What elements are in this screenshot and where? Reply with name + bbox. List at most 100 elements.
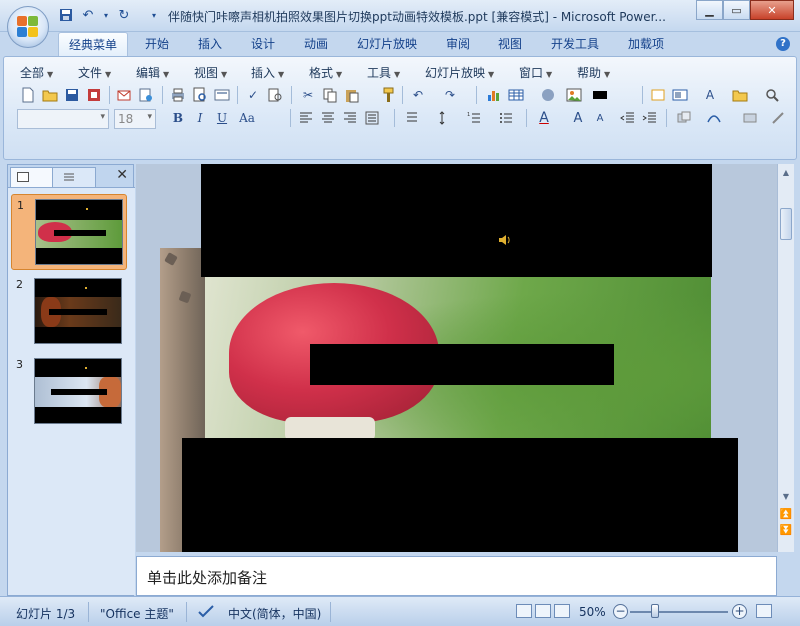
menu-window[interactable]: 窗口 ▼ — [519, 64, 552, 81]
minimize-button[interactable]: ▁ — [696, 0, 723, 20]
previous-slide-icon[interactable]: ⏫ — [779, 508, 793, 522]
quick-styles-icon[interactable] — [740, 108, 760, 128]
insert-smartart-icon[interactable] — [538, 85, 558, 105]
shrink-font-button[interactable]: A — [590, 108, 610, 128]
menu-tools[interactable]: 工具 ▼ — [367, 64, 400, 81]
save-icon[interactable] — [58, 7, 74, 23]
cut-icon[interactable]: ✂ — [298, 85, 318, 105]
menu-slideshow[interactable]: 幻灯片放映 ▼ — [425, 64, 494, 81]
align-center-icon[interactable] — [318, 108, 338, 128]
slide-thumbnail-2[interactable]: 2 — [11, 274, 127, 350]
tab-review[interactable]: 审阅 — [436, 32, 480, 56]
redo-icon[interactable]: ↷ — [440, 85, 460, 105]
close-button[interactable]: ✕ — [750, 0, 794, 20]
slide-editing-canvas[interactable] — [136, 164, 777, 552]
help-icon[interactable]: ? — [776, 37, 790, 51]
font-name-select[interactable] — [17, 109, 109, 129]
undo-dropdown-icon[interactable]: ▾ — [102, 7, 110, 23]
align-right-icon[interactable] — [340, 108, 360, 128]
arrange-icon[interactable] — [674, 108, 694, 128]
slide-thumbnail-3[interactable]: 3 — [11, 354, 127, 430]
open-folder-icon[interactable] — [40, 85, 60, 105]
zoom-slider-track[interactable] — [630, 611, 728, 613]
justify-icon[interactable] — [362, 108, 382, 128]
tab-outline[interactable] — [52, 167, 96, 187]
menu-view[interactable]: 视图 ▼ — [194, 64, 227, 81]
menu-help[interactable]: 帮助 ▼ — [577, 64, 610, 81]
scroll-up-icon[interactable]: ▲ — [779, 166, 793, 180]
copy-icon[interactable] — [320, 85, 340, 105]
spelling-icon[interactable]: ✓ — [243, 85, 263, 105]
menu-format[interactable]: 格式 ▼ — [309, 64, 342, 81]
redo-icon[interactable]: ↻ — [116, 7, 132, 23]
slide-layout-icon[interactable] — [212, 85, 232, 105]
spelling-status-icon[interactable] — [197, 603, 215, 622]
insert-chart-icon[interactable] — [484, 85, 504, 105]
permission-icon[interactable] — [84, 85, 104, 105]
shape-fill-icon[interactable] — [590, 85, 610, 105]
numbering-icon[interactable]: 1 — [464, 108, 484, 128]
grow-font-button[interactable]: A — [568, 108, 588, 128]
line-spacing-icon[interactable] — [432, 108, 452, 128]
open-file-icon[interactable] — [730, 85, 750, 105]
decrease-indent-icon[interactable] — [618, 108, 638, 128]
tab-addins[interactable]: 加载项 — [618, 32, 674, 56]
close-pane-icon[interactable]: ✕ — [116, 167, 128, 183]
shape-effects-icon[interactable] — [704, 108, 724, 128]
format-painter-icon[interactable] — [378, 85, 398, 105]
underline-button[interactable]: U — [212, 108, 232, 128]
insert-table-icon[interactable] — [506, 85, 526, 105]
vertical-scrollbar[interactable]: ▲ ▼ ⏫ ⏬ — [777, 164, 794, 552]
italic-button[interactable]: I — [190, 108, 210, 128]
zoom-in-icon[interactable]: + — [732, 604, 747, 619]
tab-home[interactable]: 开始 — [135, 32, 179, 56]
change-case-button[interactable]: Aa — [234, 108, 260, 128]
email-icon[interactable] — [114, 85, 134, 105]
insert-picture-icon[interactable] — [564, 85, 584, 105]
print-preview-icon[interactable] — [190, 85, 210, 105]
scroll-down-icon[interactable]: ▼ — [779, 490, 793, 504]
bullets-icon[interactable] — [496, 108, 516, 128]
zoom-out-icon[interactable]: − — [613, 604, 628, 619]
font-color-button[interactable]: A — [534, 108, 554, 128]
save-icon[interactable] — [62, 85, 82, 105]
text-direction-icon[interactable] — [402, 108, 422, 128]
tab-slideshow[interactable]: 幻灯片放映 — [347, 32, 427, 56]
menu-file[interactable]: 文件 ▼ — [78, 64, 111, 81]
slide-bottom-band[interactable] — [182, 438, 738, 552]
new-slide-icon[interactable] — [648, 85, 668, 105]
tab-classic-menu[interactable]: 经典菜单 — [58, 32, 129, 56]
notes-pane[interactable]: 单击此处添加备注 — [136, 556, 777, 596]
find-icon[interactable] — [762, 85, 782, 105]
customize-qat-icon[interactable]: ▾ — [146, 7, 162, 23]
zoom-slider-handle[interactable] — [651, 604, 659, 618]
new-document-icon[interactable] — [18, 85, 38, 105]
slide-thumbnail-1[interactable]: 1 — [11, 194, 127, 270]
tab-slides[interactable] — [10, 167, 54, 187]
scroll-thumb[interactable] — [780, 208, 792, 240]
maximize-button[interactable]: ▭ — [723, 0, 750, 20]
research-icon[interactable] — [265, 85, 285, 105]
tab-design[interactable]: 设计 — [241, 32, 285, 56]
tab-view[interactable]: 视图 — [488, 32, 532, 56]
slide-top-band[interactable] — [201, 164, 712, 277]
menu-edit[interactable]: 编辑 ▼ — [136, 64, 169, 81]
paste-icon[interactable] — [342, 85, 362, 105]
slideshow-view-button[interactable] — [554, 604, 570, 618]
slide-sorter-view-button[interactable] — [535, 604, 551, 618]
normal-view-button[interactable] — [516, 604, 532, 618]
print-icon[interactable] — [168, 85, 188, 105]
bold-button[interactable]: B — [168, 108, 188, 128]
zoom-level[interactable]: 50% — [579, 605, 606, 619]
menu-all[interactable]: 全部 ▼ — [20, 64, 53, 81]
undo-icon[interactable]: ↶ — [408, 85, 428, 105]
shape-outline-icon[interactable] — [768, 108, 788, 128]
tab-animations[interactable]: 动画 — [294, 32, 338, 56]
font-size-select[interactable]: 18 — [114, 109, 156, 129]
align-left-icon[interactable] — [296, 108, 316, 128]
undo-icon[interactable]: ↶ — [80, 7, 96, 23]
text-placeholder-box[interactable] — [310, 344, 614, 385]
speaker-icon[interactable] — [498, 234, 512, 246]
next-slide-icon[interactable]: ⏬ — [779, 524, 793, 538]
fit-to-window-button[interactable] — [756, 604, 772, 618]
